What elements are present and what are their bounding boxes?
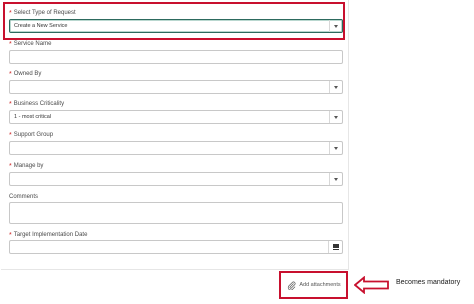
calendar-icon: [332, 244, 339, 250]
service-name-label-text: Service Name: [13, 41, 52, 47]
required-asterisk: *: [9, 132, 12, 139]
required-asterisk: *: [9, 41, 12, 48]
service-name-input[interactable]: [9, 50, 343, 64]
target-date-input[interactable]: [9, 240, 343, 254]
target-date-label-text: Target Implementation Date: [13, 232, 88, 238]
support-group-label-text: Support Group: [13, 132, 54, 138]
owned-by-dropdown-toggle[interactable]: [329, 81, 342, 93]
owned-by-label: * Owned By: [9, 70, 41, 79]
required-asterisk: *: [9, 163, 12, 170]
arrow-left-icon: [354, 276, 389, 294]
chevron-down-icon: [334, 115, 338, 119]
paperclip-icon: [288, 281, 296, 290]
manage-by-select[interactable]: [9, 172, 343, 186]
comments-label: Comments: [9, 193, 38, 201]
calendar-button[interactable]: [328, 241, 342, 253]
business-criticality-select[interactable]: 1 - most critical: [9, 110, 343, 124]
required-asterisk: *: [9, 71, 12, 78]
chevron-down-icon: [334, 146, 338, 150]
support-group-label: * Support Group: [9, 131, 53, 140]
request-type-highlight: [3, 2, 345, 40]
business-criticality-value: 1 - most critical: [14, 114, 51, 120]
manage-by-label-text: Manage by: [13, 163, 44, 169]
support-group-dropdown-toggle[interactable]: [329, 142, 342, 154]
comments-label-text: Comments: [9, 194, 39, 200]
request-form: * Select Type of Request Create a New Ser…: [1, 0, 349, 270]
chevron-down-icon: [334, 177, 338, 181]
add-attachments-label: Add attachments: [299, 282, 341, 288]
business-criticality-label: * Business Criticality: [9, 100, 64, 109]
service-name-label: * Service Name: [9, 40, 51, 49]
target-date-label: * Target Implementation Date: [9, 231, 87, 240]
business-criticality-label-text: Business Criticality: [13, 101, 65, 107]
manage-by-dropdown-toggle[interactable]: [329, 173, 342, 185]
chevron-down-icon: [334, 85, 338, 89]
owned-by-label-text: Owned By: [13, 71, 42, 77]
required-asterisk: *: [9, 101, 12, 108]
add-attachments-button[interactable]: Add attachments: [281, 272, 347, 298]
comments-textarea[interactable]: [9, 202, 343, 224]
support-group-select[interactable]: [9, 141, 343, 155]
manage-by-label: * Manage by: [9, 162, 43, 171]
becomes-mandatory-note: Becomes mandatory: [396, 279, 461, 286]
required-asterisk: *: [9, 232, 12, 239]
business-criticality-dropdown-toggle[interactable]: [329, 111, 342, 123]
owned-by-select[interactable]: [9, 80, 343, 94]
